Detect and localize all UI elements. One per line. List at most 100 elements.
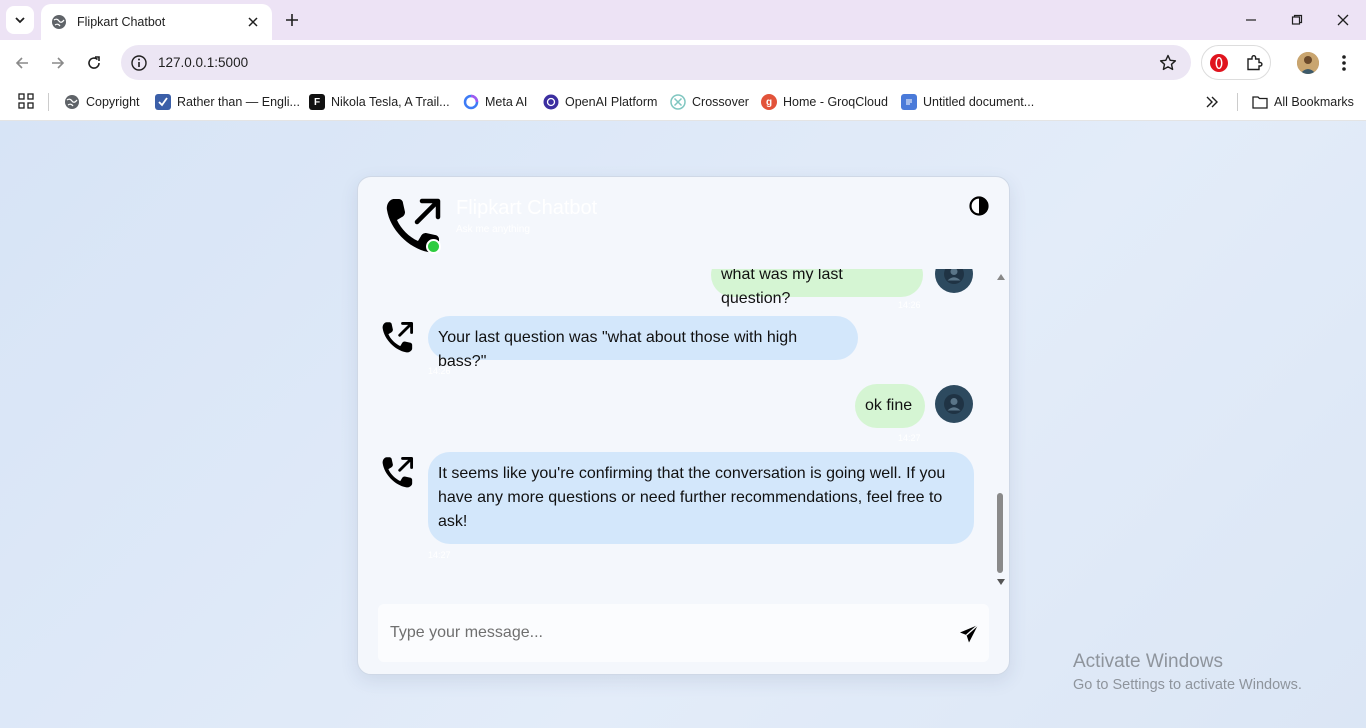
puzzle-icon[interactable]	[1244, 53, 1264, 73]
bookmark-label: OpenAI Platform	[565, 95, 658, 109]
openai-icon	[543, 94, 559, 110]
apps-grid-icon[interactable]	[17, 92, 35, 110]
minimize-icon	[1246, 19, 1256, 21]
back-button[interactable]	[9, 50, 35, 76]
online-status-dot	[426, 239, 441, 254]
user-icon	[944, 269, 964, 284]
message-scrollbar[interactable]	[994, 269, 1006, 589]
folder-icon	[1252, 94, 1268, 110]
page-background: Flipkart Chatbot Ask me anything what wa…	[0, 121, 1366, 728]
bookmark-groqcloud[interactable]: g Home - GroqCloud	[761, 90, 888, 114]
all-bookmarks-button[interactable]: All Bookmarks	[1252, 90, 1354, 114]
chat-window: Flipkart Chatbot Ask me anything what wa…	[357, 176, 1010, 675]
bookmark-nikola-tesla[interactable]: F Nikola Tesla, A Trail...	[309, 90, 450, 114]
all-bookmarks-label: All Bookmarks	[1274, 95, 1354, 109]
message-timestamp: 14:26	[428, 366, 451, 376]
extensions-group	[1201, 45, 1271, 80]
forward-button[interactable]	[45, 50, 71, 76]
tab-search-button[interactable]	[6, 6, 34, 34]
bookmark-star-icon[interactable]	[1158, 53, 1178, 73]
activate-windows-subtitle: Go to Settings to activate Windows.	[1073, 677, 1302, 693]
bookmark-label: Copyright	[86, 95, 140, 109]
message-timestamp: 14:27	[428, 550, 451, 560]
docs-icon	[901, 94, 917, 110]
bookmark-label: Crossover	[692, 95, 749, 109]
restore-icon	[1291, 14, 1303, 25]
chevron-down-icon	[15, 17, 25, 24]
user-avatar	[935, 269, 973, 293]
arrow-left-icon	[15, 57, 28, 69]
activate-windows-title: Activate Windows	[1073, 651, 1223, 672]
f-logo-icon: F	[309, 94, 325, 110]
user-icon	[944, 394, 964, 414]
globe-icon	[64, 94, 80, 110]
address-bar[interactable]: 127.0.0.1:5000	[121, 45, 1191, 80]
tab-flipkart-chatbot[interactable]: Flipkart Chatbot	[41, 4, 272, 40]
message-timestamp: 14:27	[898, 433, 921, 443]
double-chevron-right-icon[interactable]	[1202, 93, 1222, 111]
opera-extension-icon[interactable]	[1209, 53, 1229, 73]
browser-menu-button[interactable]	[1333, 52, 1355, 74]
profile-avatar[interactable]	[1297, 52, 1319, 74]
groq-icon: g	[761, 94, 777, 110]
phone-outgoing-icon	[381, 320, 415, 354]
more-vertical-icon	[1342, 55, 1346, 71]
user-message-bubble: what was my last question?	[711, 269, 923, 307]
close-icon[interactable]	[244, 13, 262, 31]
bot-status: Ask me anything	[456, 224, 530, 235]
bookmarks-divider	[1237, 93, 1238, 111]
bookmark-label: Rather than — Engli...	[177, 95, 300, 109]
minimize-button[interactable]	[1239, 8, 1263, 32]
close-window-button[interactable]	[1331, 8, 1355, 32]
url-text[interactable]: 127.0.0.1:5000	[158, 55, 248, 70]
user-message-bubble: ok fine	[855, 384, 925, 428]
bot-name: Flipkart Chatbot	[456, 197, 598, 219]
restore-button[interactable]	[1285, 8, 1309, 32]
tab-title: Flipkart Chatbot	[77, 15, 166, 29]
send-button[interactable]	[958, 623, 980, 645]
scroll-up-arrow-icon[interactable]	[997, 274, 1005, 280]
bookmark-crossover[interactable]: Crossover	[670, 90, 749, 114]
globe-icon	[51, 14, 67, 30]
scroll-down-arrow-icon[interactable]	[997, 579, 1005, 585]
message-text: Your last question was "what about those…	[438, 329, 798, 370]
close-icon	[1337, 14, 1349, 26]
message-input[interactable]	[378, 604, 950, 662]
phone-outgoing-icon	[381, 455, 415, 489]
message-timestamp: 14:26	[898, 300, 921, 310]
browser-toolbar: 127.0.0.1:5000	[0, 40, 1366, 85]
message-text: what was my last question?	[721, 269, 843, 307]
message-list[interactable]: what was my last question? 14:26 Your la…	[358, 269, 994, 599]
message-text: ok fine	[865, 397, 913, 414]
paper-plane-icon	[960, 624, 979, 643]
message-text: It seems like you're confirming that the…	[438, 465, 946, 530]
site-info-icon[interactable]	[130, 54, 148, 72]
scrollbar-thumb[interactable]	[997, 493, 1003, 573]
bookmark-label: Untitled document...	[923, 95, 1035, 109]
bookmark-label: Nikola Tesla, A Trail...	[331, 95, 450, 109]
tab-strip: Flipkart Chatbot	[0, 0, 1366, 40]
bookmark-copyright[interactable]: Copyright	[64, 90, 140, 114]
bookmark-label: Home - GroqCloud	[783, 95, 888, 109]
bookmarks-bar: Copyright Rather than — Engli... F Nikol…	[0, 85, 1366, 121]
chat-header: Flipkart Chatbot Ask me anything	[358, 177, 1009, 267]
new-tab-button[interactable]	[281, 8, 303, 32]
bookmark-untitled-document[interactable]: Untitled document...	[901, 90, 1034, 114]
plus-icon	[286, 14, 298, 26]
bot-message-bubble: It seems like you're confirming that the…	[428, 452, 974, 544]
reload-button[interactable]	[81, 50, 107, 76]
bookmark-openai-platform[interactable]: OpenAI Platform	[543, 90, 657, 114]
meta-ai-icon	[463, 94, 479, 110]
theme-toggle-icon[interactable]	[968, 195, 990, 217]
bookmark-rather-than[interactable]: Rather than — Engli...	[155, 90, 300, 114]
crossover-icon	[670, 94, 686, 110]
message-composer	[378, 604, 989, 662]
bookmark-meta-ai[interactable]: Meta AI	[463, 90, 527, 114]
bookmarks-divider	[48, 93, 49, 111]
user-avatar	[935, 385, 973, 423]
reload-icon	[88, 56, 100, 69]
bookmark-label: Meta AI	[485, 95, 528, 109]
arrow-right-icon	[52, 57, 65, 69]
checkbox-icon	[155, 94, 171, 110]
bot-message-bubble: Your last question was "what about those…	[428, 316, 858, 370]
